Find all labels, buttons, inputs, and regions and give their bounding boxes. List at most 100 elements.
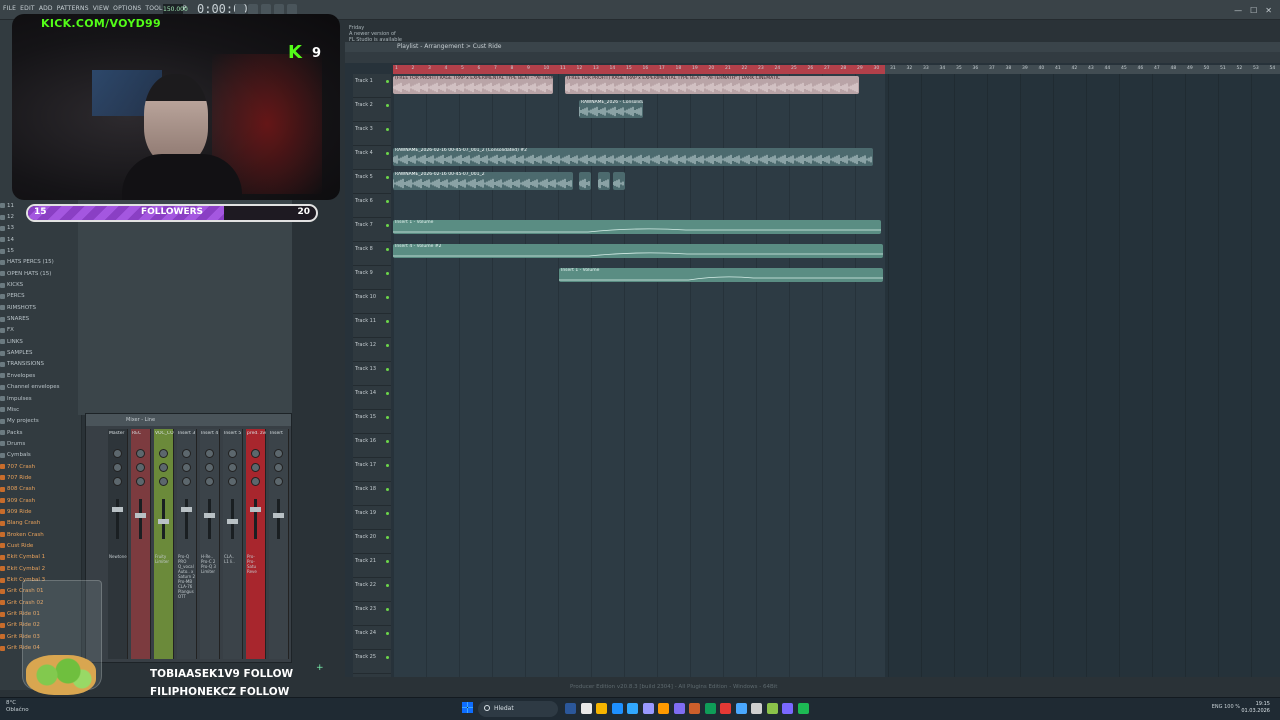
browser-item[interactable]: 808 Crash [0,484,82,495]
track-header[interactable]: Track 25 [353,650,391,674]
pan-knob-icon[interactable] [136,449,145,458]
browser-item[interactable]: Misc [0,404,82,415]
mixer-title[interactable]: Mixer - Line [86,414,291,426]
track-header[interactable]: Track 1 [353,74,391,98]
weather-widget[interactable]: 8°C Oblačno [6,700,29,714]
pan-knob-icon[interactable] [228,477,237,486]
taskbar-app-icon[interactable] [704,703,716,714]
mixer-strip[interactable]: Insert 3 Pro-Q PRO Q_vocal Auto.. x Saturn 2… [177,429,197,659]
track-header[interactable]: Track 16 [353,434,391,458]
audio-clip[interactable]: RAWNAME_2026-02-16 00-45-07_001_2 (Conso… [393,148,873,166]
browser-item[interactable]: My projects [0,416,82,427]
track-enable-icon[interactable] [386,296,389,299]
browser-item[interactable]: SAMPLES [0,347,82,358]
taskbar-app-icon[interactable] [642,703,654,714]
mixer-strip[interactable]: Insert 5 CLA.. L1 li.. [223,429,243,659]
browser-item[interactable]: HATS PERCS (15) [0,257,82,268]
browser-item[interactable]: SNARES [0,313,82,324]
taskbar-app-icon[interactable] [673,703,685,714]
pan-knob-icon[interactable] [182,449,191,458]
pan-knob-icon[interactable] [113,463,122,472]
pan-knob-icon[interactable] [205,449,214,458]
browser-item[interactable]: KICKS [0,279,82,290]
taskbar-app-icon[interactable] [627,703,638,714]
taskbar-app-icon[interactable] [797,703,809,714]
track-header[interactable]: Track 14 [353,386,391,410]
browser-item[interactable]: 15 [0,245,82,256]
mixer-fx-slot[interactable]: Limiter [201,569,220,574]
track-enable-icon[interactable] [386,176,389,179]
automation-clip[interactable]: Insert 1 - Volume [559,268,883,282]
pan-knob-icon[interactable] [205,477,214,486]
track-enable-icon[interactable] [386,560,389,563]
pan-knob-icon[interactable] [251,477,260,486]
taskbar-app-icon[interactable] [720,703,731,714]
track-enable-icon[interactable] [386,200,389,203]
volume-fader[interactable] [277,499,280,539]
browser-item[interactable]: 13 [0,223,82,234]
mixer-strip[interactable]: pred. zvuk Pro-Pro-SatuReve [246,429,266,659]
mixer-strip[interactable]: REC [131,429,151,659]
menu-item[interactable]: EDIT [20,5,35,12]
pan-knob-icon[interactable] [159,463,168,472]
volume-fader[interactable] [185,499,188,539]
browser-item[interactable]: Cust Ride [0,540,82,551]
browser-item[interactable]: Ekit Cymbal 2 [0,563,82,574]
browser-item[interactable]: 909 Crash [0,495,82,506]
menu-item[interactable]: ADD [39,5,53,12]
browser-item[interactable]: 707 Ride [0,472,82,483]
taskbar-app-icon[interactable] [580,703,592,714]
browser-item[interactable]: RIMSHOTS [0,302,82,313]
audio-clip[interactable] [579,172,591,190]
mixer-strip[interactable]: VOC_COMP FruityLimiter [154,429,174,659]
mixer-strip[interactable]: Master Newtone [108,429,128,659]
track-enable-icon[interactable] [386,512,389,515]
menu-item[interactable]: VIEW [93,5,109,12]
pan-knob-icon[interactable] [274,463,283,472]
mixer-fx-slot[interactable]: Limiter [155,559,174,564]
pan-knob-icon[interactable] [136,463,145,472]
track-header[interactable]: Track 13 [353,362,391,386]
pan-knob-icon[interactable] [251,449,260,458]
maximize-icon[interactable]: ☐ [1250,6,1257,15]
track-enable-icon[interactable] [386,440,389,443]
track-enable-icon[interactable] [386,248,389,251]
pan-knob-icon[interactable] [182,477,191,486]
mixer-fx-slot[interactable]: Reve [247,569,266,574]
taskbar-search[interactable]: Hledat [478,701,558,717]
track-header[interactable]: Track 3 [353,122,391,146]
volume-fader[interactable] [139,499,142,539]
track-header[interactable]: Track 22 [353,578,391,602]
pan-knob-icon[interactable] [251,463,260,472]
timeline-ruler[interactable]: 1 2 3 4 5 6 7 8 9 10 11 12 13 14 15 16 17 18 19 20 21 22 23 24 2… [393,65,1280,74]
browser-item[interactable]: Envelopes [0,370,82,381]
track-enable-icon[interactable] [386,344,389,347]
taskbar-app-icon[interactable] [689,703,700,714]
audio-clip[interactable] [598,172,610,190]
taskbar-app-icon[interactable] [611,703,623,714]
arrangement-grid[interactable]: (FREE FOR PROFIT) RAGE TRAP x EXPERIMENT… [393,74,1280,677]
track-enable-icon[interactable] [386,464,389,467]
start-icon[interactable] [462,702,473,713]
taskbar-app-icon[interactable] [782,703,793,714]
fader-cap[interactable] [227,519,238,524]
track-enable-icon[interactable] [386,632,389,635]
track-enable-icon[interactable] [386,80,389,83]
pan-knob-icon[interactable] [159,449,168,458]
track-header[interactable]: Track 20 [353,530,391,554]
taskbar-app-icon[interactable] [565,703,576,714]
track-enable-icon[interactable] [386,104,389,107]
fader-cap[interactable] [273,513,284,518]
track-header[interactable]: Track 24 [353,626,391,650]
track-header[interactable]: Track 23 [353,602,391,626]
browser-item[interactable]: 14 [0,234,82,245]
menu-item[interactable]: OPTIONS [113,5,141,12]
track-enable-icon[interactable] [386,608,389,611]
track-header[interactable]: Track 10 [353,290,391,314]
system-tray[interactable]: ENG 100 % [1212,704,1240,710]
track-header[interactable]: Track 5 [353,170,391,194]
track-header[interactable]: Track 12 [353,338,391,362]
close-icon[interactable]: ✕ [1265,6,1272,15]
track-enable-icon[interactable] [386,272,389,275]
track-enable-icon[interactable] [386,488,389,491]
